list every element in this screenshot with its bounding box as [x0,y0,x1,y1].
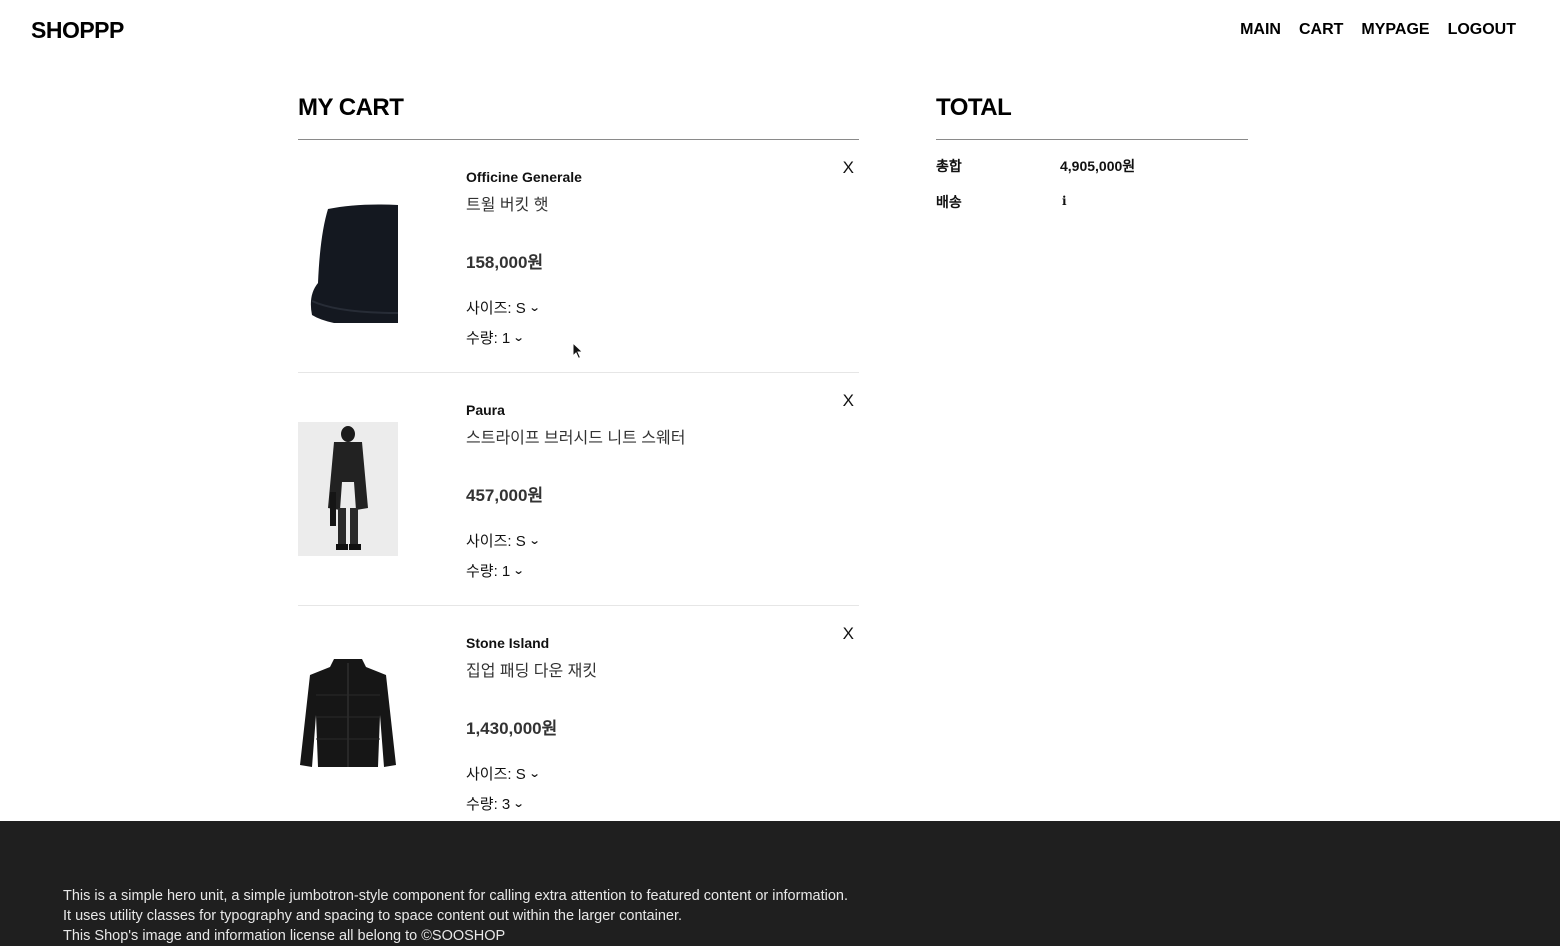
product-image-model-coat[interactable] [298,422,398,556]
product-brand: Paura [466,402,505,418]
quantity-select[interactable]: 수량: 3 ⌄ [466,793,525,814]
product-name[interactable]: 트윌 버킷 햇 [466,191,549,215]
remove-item-button[interactable]: X [843,391,854,411]
total-sum-row: 총합 4,905,000원 [936,140,1248,176]
quantity-select[interactable]: 수량: 1 ⌄ [466,327,525,348]
site-logo[interactable]: SHOPPP [31,17,124,44]
product-name[interactable]: 집업 패딩 다운 재킷 [466,657,597,681]
cart-item: Paura 스트라이프 브러시드 니트 스웨터 457,000원 사이즈: S … [298,373,859,606]
product-brand: Officine Generale [466,169,582,185]
product-image-bucket-hat[interactable] [298,189,398,323]
shipping-label: 배송 [936,194,962,210]
footer-line: This Shop's image and information licens… [63,928,506,944]
nav-logout[interactable]: LOGOUT [1448,21,1516,39]
mouse-cursor-icon [572,342,584,360]
product-price: 457,000원 [466,486,544,505]
chevron-down-icon: ⌄ [512,332,525,344]
total-sum-value: 4,905,000원 [1060,158,1136,174]
size-value: 사이즈: S [466,300,526,317]
quantity-value: 수량: 1 [466,563,511,580]
footer-line: It uses utility classes for typography a… [63,908,683,924]
size-value: 사이즈: S [466,533,526,550]
chevron-down-icon: ⌄ [528,535,541,547]
chevron-down-icon: ⌄ [512,565,525,577]
chevron-down-icon: ⌄ [528,302,541,314]
footer-line: This is a simple hero unit, a simple jum… [63,888,849,904]
size-select[interactable]: 사이즈: S ⌄ [466,297,541,318]
total-title: TOTAL [936,94,1248,140]
nav-cart[interactable]: CART [1299,21,1343,39]
nav-mypage[interactable]: MYPAGE [1361,21,1429,39]
main-nav: MAIN CART MYPAGE LOGOUT [1240,21,1516,39]
quantity-select[interactable]: 수량: 1 ⌄ [466,560,525,581]
size-select[interactable]: 사이즈: S ⌄ [466,763,541,784]
product-price: 1,430,000원 [466,719,558,738]
product-name[interactable]: 스트라이프 브러시드 니트 스웨터 [466,424,685,448]
product-price: 158,000원 [466,253,544,272]
remove-item-button[interactable]: X [843,624,854,644]
footer-text: This is a simple hero unit, a simple jum… [63,886,848,946]
cart-section: MY CART Officine Generale 트윌 버킷 햇 158,00… [298,94,859,839]
chevron-down-icon: ⌄ [528,768,541,780]
chevron-down-icon: ⌄ [512,798,525,810]
quantity-value: 수량: 1 [466,330,511,347]
quantity-value: 수량: 3 [466,796,511,813]
site-footer: This is a simple hero unit, a simple jum… [0,821,1560,946]
total-sum-label: 총합 [936,158,962,174]
product-brand: Stone Island [466,635,550,651]
cart-item: Stone Island 집업 패딩 다운 재킷 1,430,000원 사이즈:… [298,606,859,839]
size-value: 사이즈: S [466,766,526,783]
info-icon[interactable]: i [1062,194,1067,208]
cart-item: Officine Generale 트윌 버킷 햇 158,000원 사이즈: … [298,140,859,373]
site-header: SHOPPP MAIN CART MYPAGE LOGOUT [0,0,1560,62]
cart-title: MY CART [298,94,859,140]
remove-item-button[interactable]: X [843,158,854,178]
product-image-puffer-jacket[interactable] [298,655,398,789]
nav-main[interactable]: MAIN [1240,21,1281,39]
total-section: TOTAL 총합 4,905,000원 배송 i [936,94,1248,212]
shipping-row: 배송 i [936,176,1248,212]
size-select[interactable]: 사이즈: S ⌄ [466,530,541,551]
